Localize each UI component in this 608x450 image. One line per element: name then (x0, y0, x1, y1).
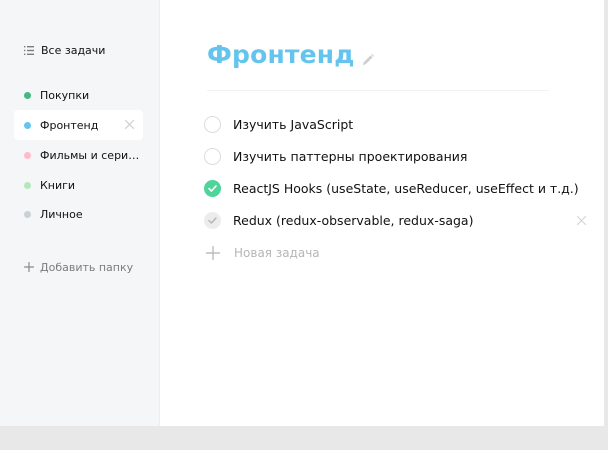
delete-task-close-icon[interactable] (576, 215, 587, 226)
task-checkbox[interactable] (204, 211, 221, 229)
folder-color-dot (24, 91, 31, 99)
task-item[interactable]: Изучить паттерны проектирования (204, 143, 594, 169)
task-checkbox[interactable] (204, 147, 221, 165)
page-title: Фронтенд (207, 40, 355, 69)
sidebar-item-label: Покупки (40, 88, 90, 102)
sidebar-item-label: Фильмы и сериа... (40, 148, 143, 162)
sidebar-item-folder[interactable]: Книги (14, 170, 143, 200)
sidebar-item-label: Личное (40, 207, 83, 221)
sidebar-item-folder[interactable]: Личное (14, 199, 143, 229)
task-text: ReactJS Hooks (useState, useReducer, use… (233, 180, 579, 196)
sidebar-item-folder[interactable]: Покупки (14, 80, 143, 110)
task-text: Изучить JavaScript (233, 116, 354, 132)
sidebar-item-label: Все задачи (41, 43, 106, 57)
sidebar-item-label: Книги (40, 178, 76, 192)
task-text: Redux (redux-observable, redux-saga) (233, 212, 474, 228)
task-item[interactable]: ReactJS Hooks (useState, useReducer, use… (204, 175, 594, 201)
sidebar-item-all-tasks[interactable]: Все задачи (14, 35, 143, 65)
sidebar: Все задачи Покупки Фронтенд Фильмы и сер… (0, 0, 160, 426)
task-item[interactable]: Изучить JavaScript (204, 111, 594, 137)
new-task-button[interactable]: Новая задача (204, 240, 594, 266)
sidebar-item-folder-active[interactable]: Фронтенд (14, 110, 143, 140)
plus-icon (206, 246, 220, 260)
sidebar-item-label: Фронтенд (40, 118, 99, 132)
pencil-icon[interactable] (361, 53, 375, 67)
task-checkbox[interactable] (204, 115, 221, 133)
list-icon (24, 45, 34, 55)
task-checkbox-checked[interactable] (204, 179, 221, 197)
add-folder-label: Добавить папку (40, 260, 134, 274)
checkmark-icon (208, 184, 217, 192)
plus-icon (24, 262, 34, 272)
folder-color-dot (24, 151, 31, 159)
folder-color-dot (24, 210, 31, 218)
folder-color-dot (24, 121, 31, 129)
checkmark-icon (208, 216, 217, 224)
task-item-hovered[interactable]: Redux (redux-observable, redux-saga) (204, 207, 594, 233)
add-folder-button[interactable]: Добавить папку (14, 252, 143, 282)
sidebar-item-folder[interactable]: Фильмы и сериа... (14, 140, 143, 170)
app-window: Все задачи Покупки Фронтенд Фильмы и сер… (0, 0, 604, 426)
folder-color-dot (24, 181, 31, 189)
remove-folder-close-icon[interactable] (124, 119, 135, 130)
main-panel: Фронтенд Изучить JavaScript Изучить патт… (160, 0, 604, 426)
title-divider (207, 90, 549, 91)
task-text: Изучить паттерны проектирования (233, 148, 468, 164)
new-task-label: Новая задача (234, 246, 320, 260)
